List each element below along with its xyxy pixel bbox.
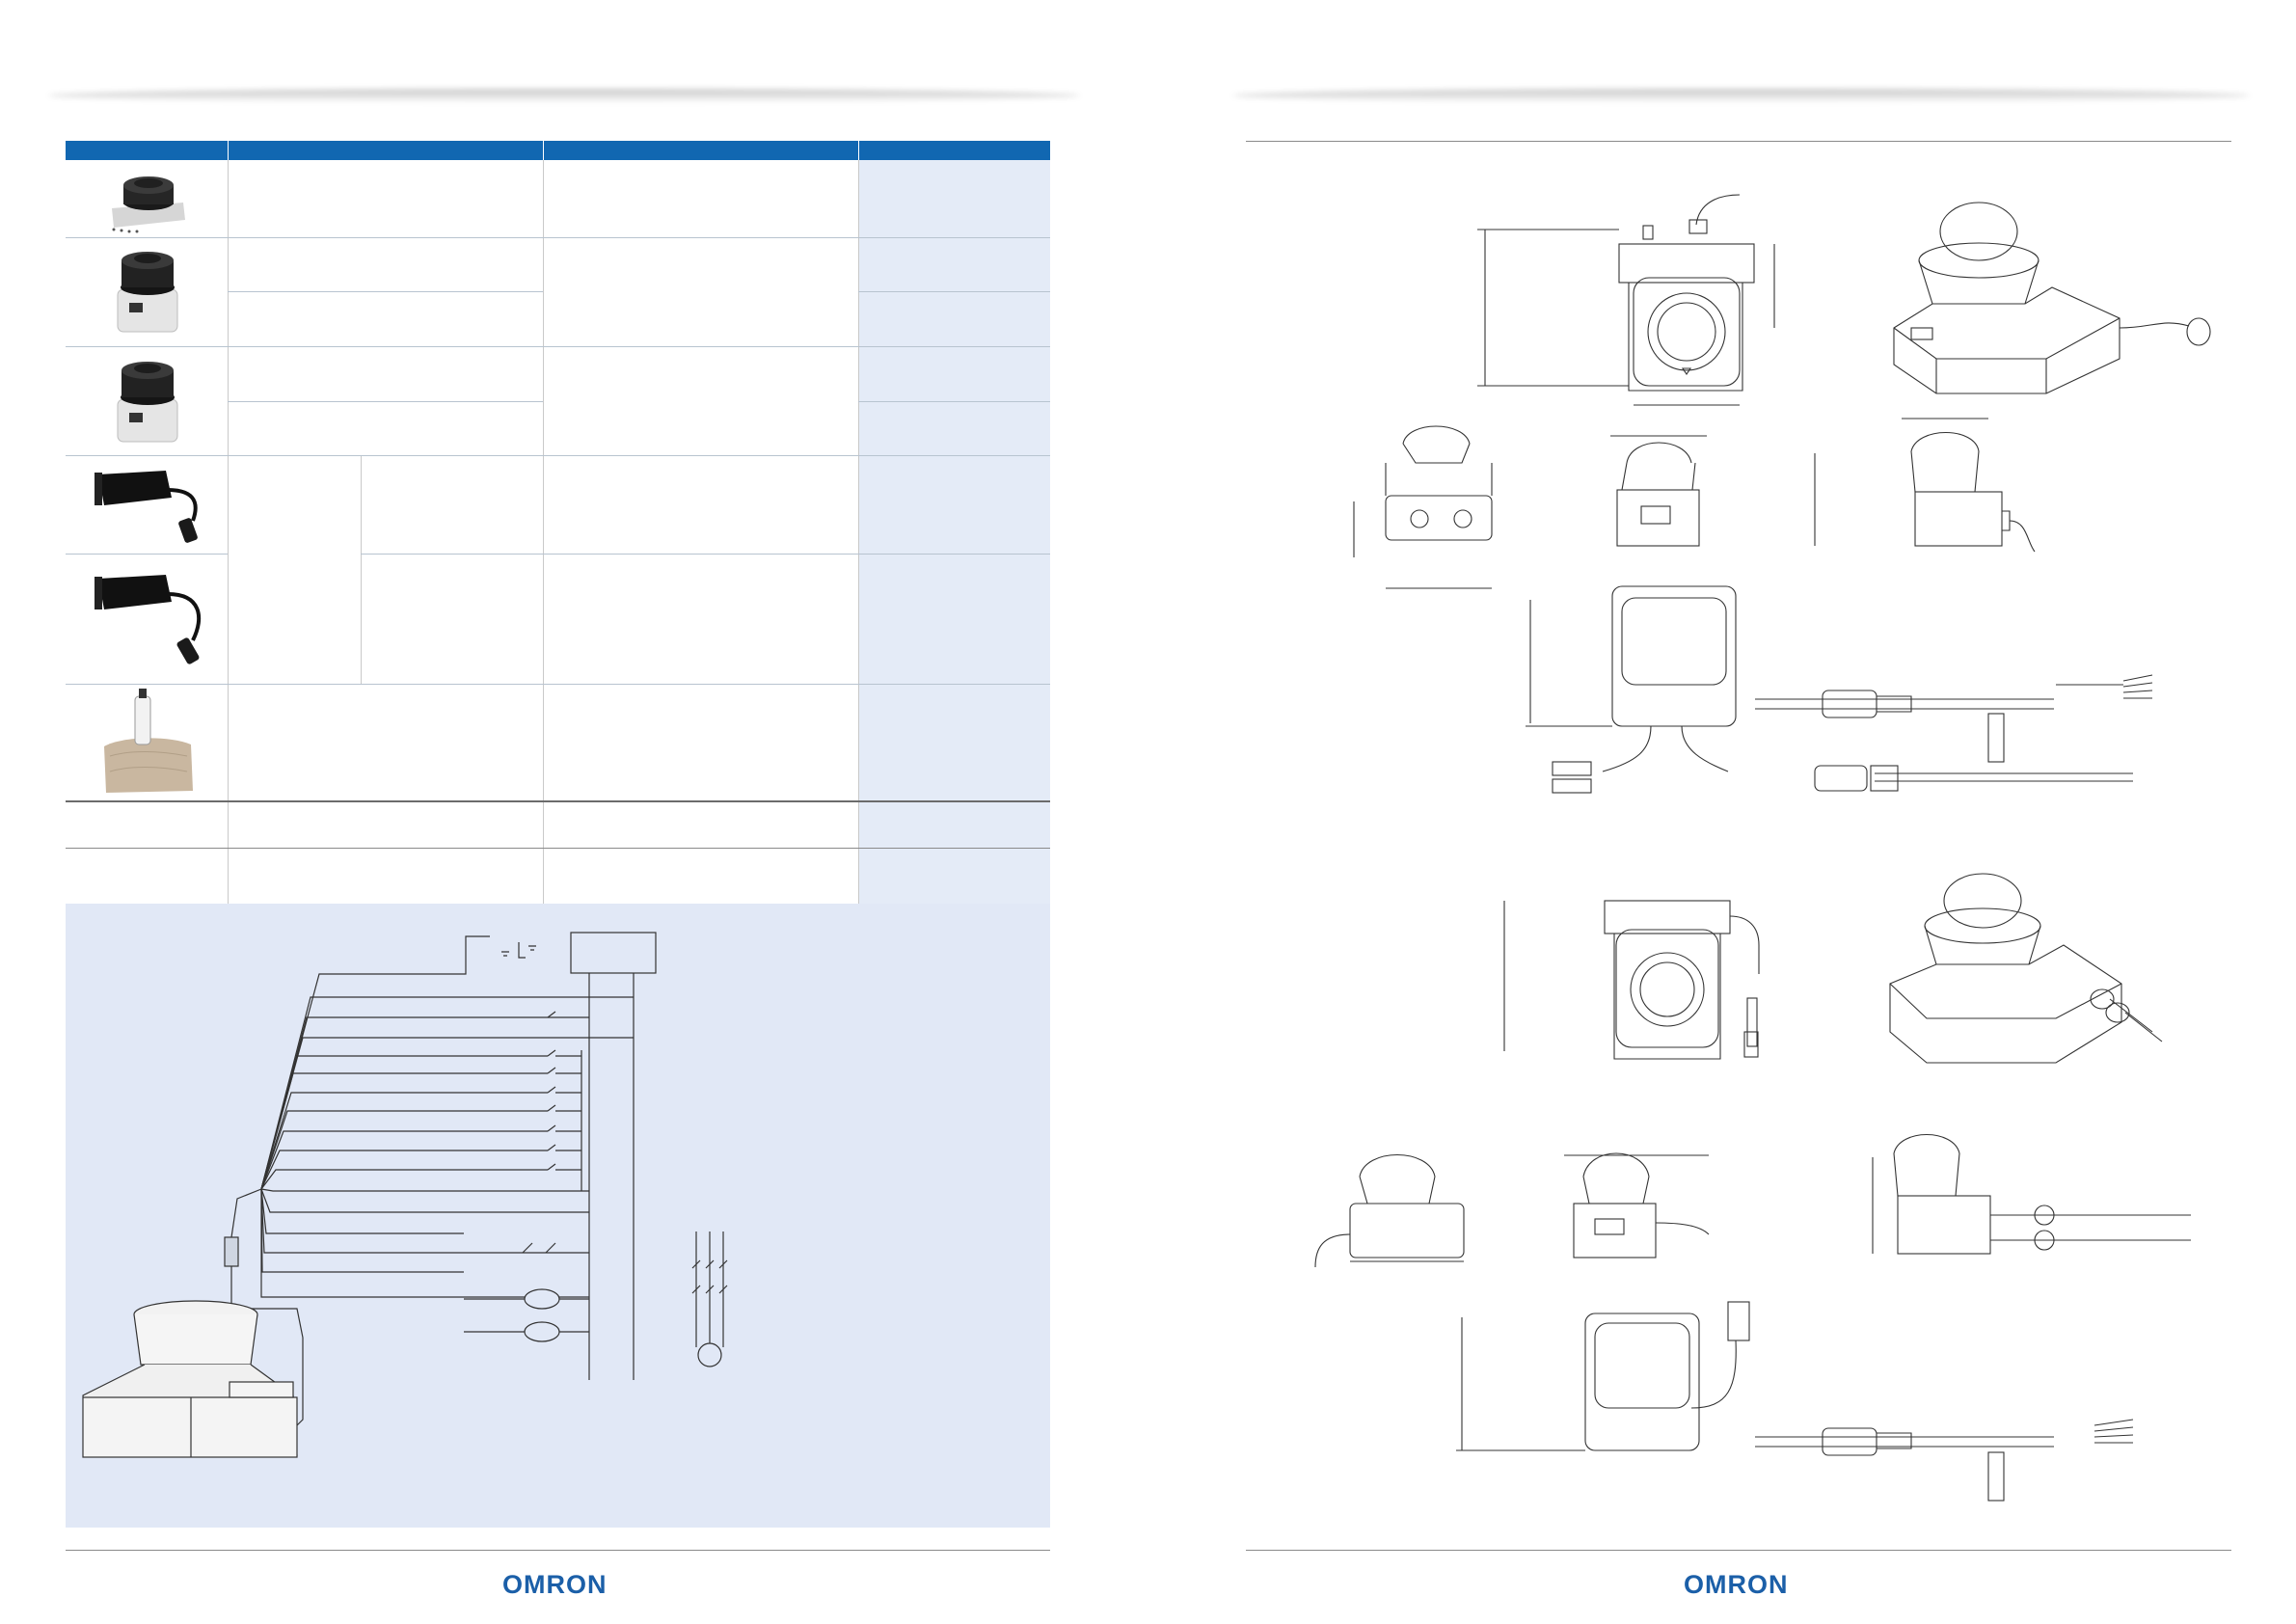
scanner-photo-1 bbox=[117, 252, 178, 333]
order-column bbox=[858, 160, 1050, 941]
wiring-diagram bbox=[82, 932, 728, 1458]
right-page-top-shadow bbox=[1232, 89, 2250, 102]
connector-bracket-photo-1 bbox=[95, 471, 198, 543]
right-footer-rule bbox=[1246, 1550, 2231, 1551]
omron-logo-right: OMRON bbox=[1684, 1570, 1789, 1599]
left-footer-rule bbox=[66, 1550, 1050, 1551]
wiring-diagram-panel bbox=[66, 904, 1050, 1528]
left-page-top-shadow bbox=[48, 89, 1080, 102]
cleaning-kit-photo bbox=[104, 689, 193, 793]
right-section-rule bbox=[1246, 141, 2231, 142]
scanner-photo-2 bbox=[117, 362, 178, 443]
omron-logo-left: OMRON bbox=[502, 1570, 608, 1599]
dimension-drawings bbox=[1314, 194, 2211, 1502]
left-section-rule bbox=[66, 848, 1050, 849]
table-header bbox=[66, 141, 1050, 160]
connector-bracket-photo-2 bbox=[95, 575, 202, 664]
scanner-mounting-plate-photo bbox=[112, 176, 185, 233]
